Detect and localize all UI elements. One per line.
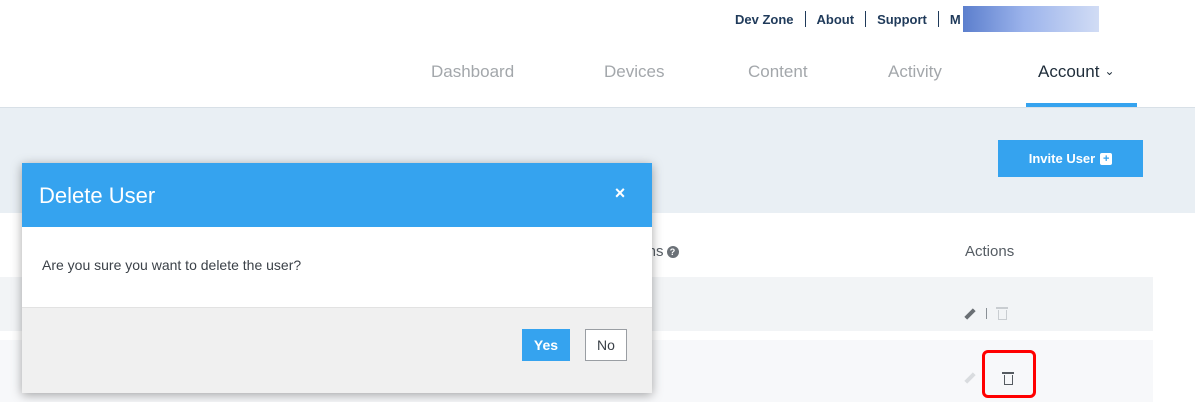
modal-message: Are you sure you want to delete the user… (42, 257, 302, 273)
invite-user-button[interactable]: Invite User + (998, 140, 1143, 177)
pencil-icon[interactable] (964, 308, 976, 320)
support-link[interactable]: Support (877, 12, 927, 27)
delete-icon-highlight (982, 350, 1036, 398)
nav-dashboard[interactable]: Dashboard (431, 62, 514, 82)
plus-box-icon: + (1100, 152, 1113, 165)
trash-icon[interactable] (996, 307, 1008, 320)
nav-devices[interactable]: Devices (604, 62, 664, 82)
main-nav: Dashboard Devices Content Activity Accou… (0, 62, 1195, 86)
pencil-icon[interactable] (964, 372, 976, 384)
modal-header: Delete User × (22, 163, 652, 227)
close-icon[interactable]: × (610, 183, 630, 203)
modal-footer: Yes No (22, 307, 652, 393)
help-circle-icon[interactable]: ? (666, 246, 679, 258)
divider (937, 11, 939, 27)
dev-zone-link[interactable]: Dev Zone (735, 12, 794, 27)
modal-title: Delete User (39, 183, 156, 208)
divider (804, 11, 806, 27)
app-root: Dev Zone About Support M Dashboard Devic… (0, 0, 1195, 402)
invite-user-label: Invite User (1028, 151, 1096, 166)
redacted-username (962, 6, 1099, 32)
nav-account[interactable]: Account ⌄ (1038, 62, 1115, 82)
actions-column-header: Actions (965, 243, 1015, 260)
delete-user-modal: Delete User × Are you sure you want to d… (22, 163, 652, 393)
utility-links: Dev Zone About Support M (735, 6, 1099, 32)
divider (865, 11, 867, 27)
nav-activity[interactable]: Activity (888, 62, 942, 82)
nav-account-label: Account (1038, 62, 1100, 81)
chevron-down-icon: ⌄ (1104, 64, 1115, 78)
divider (986, 308, 987, 319)
user-menu-link[interactable]: M (950, 12, 961, 27)
nav-content[interactable]: Content (748, 62, 808, 82)
about-link[interactable]: About (817, 12, 855, 27)
modal-body: Are you sure you want to delete the user… (22, 227, 652, 307)
no-button[interactable]: No (585, 329, 627, 361)
yes-button[interactable]: Yes (522, 329, 570, 361)
